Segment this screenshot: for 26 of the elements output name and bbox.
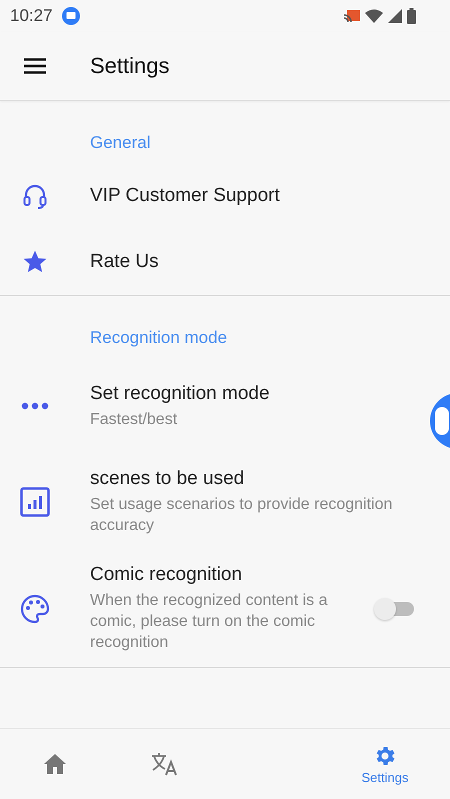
gear-tab[interactable]: Settings — [354, 729, 416, 799]
wifi-icon — [365, 9, 383, 23]
headset-icon — [22, 183, 48, 209]
translate-icon — [151, 752, 179, 776]
item-title[interactable]: VIP Customer Support — [90, 185, 280, 207]
item-title[interactable]: Set recognition mode — [90, 382, 270, 404]
menu-icon[interactable] — [24, 58, 46, 74]
notification-icon — [62, 7, 80, 25]
cast-icon — [344, 9, 360, 23]
toolbar-title: Settings — [90, 53, 170, 79]
item-title[interactable]: Rate Us — [90, 251, 159, 273]
item-title[interactable]: Comic recognition — [90, 564, 242, 586]
item-subtitle: Fastest/best — [90, 410, 178, 430]
home-icon — [43, 753, 67, 775]
signal-icon — [388, 9, 402, 23]
section-header: General — [89, 132, 152, 154]
item-subtitle: Set usage scenarios to provide recognition accuracy — [90, 495, 394, 536]
palette-icon — [20, 594, 50, 624]
item-title[interactable]: scenes to be used — [90, 468, 244, 490]
battery-icon — [407, 8, 416, 24]
item-subtitle: When the recognized content is a comic, please turn on the comic recognition — [90, 591, 328, 653]
chart-icon — [20, 487, 50, 517]
more-icon — [21, 402, 49, 410]
status-time: 10:27 — [10, 6, 53, 26]
section-header: Recognition mode — [89, 327, 228, 349]
star-icon — [22, 249, 48, 275]
